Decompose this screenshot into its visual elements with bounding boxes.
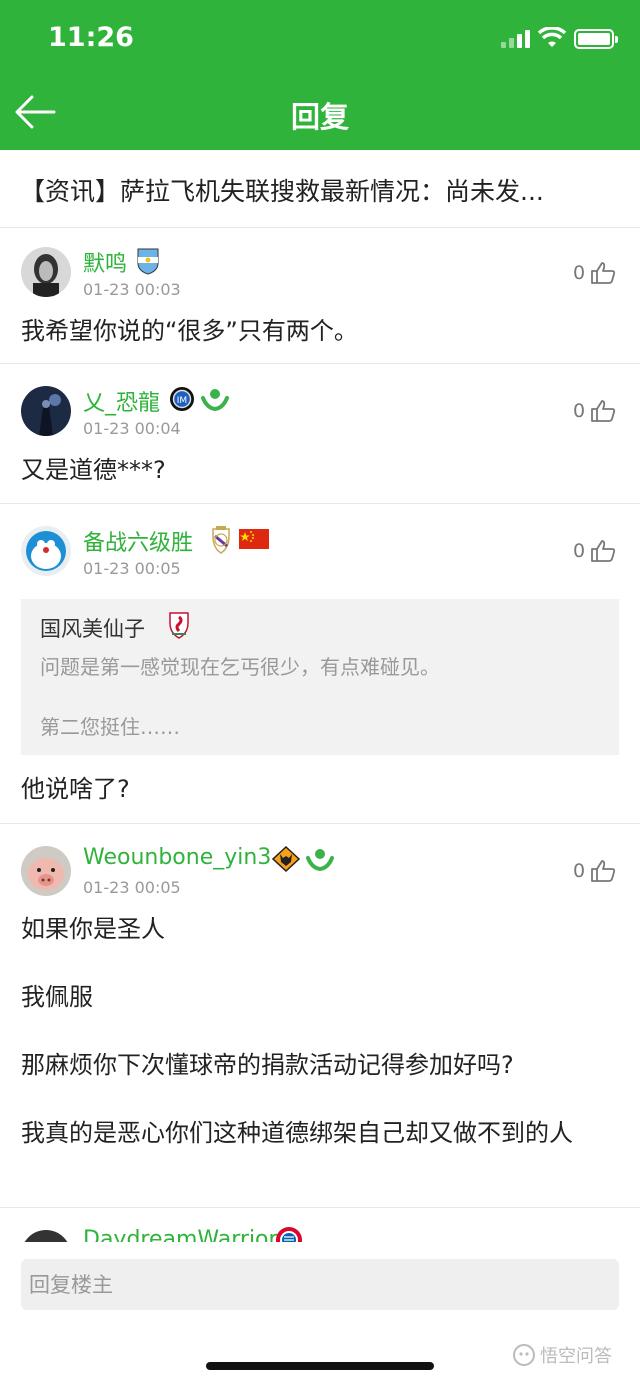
article-link[interactable]: 【资讯】萨拉飞机失联搜救最新情况：尚未发...: [0, 150, 640, 228]
like-count: 0: [573, 860, 586, 882]
user-avatar-image: [21, 386, 71, 436]
avatar[interactable]: [21, 1230, 71, 1242]
comment-paragraph: 我真的是恶心你们这种道德绑架自己却又做不到的人: [21, 1119, 573, 1147]
comment-username[interactable]: DaydreamWarrior: [83, 1227, 278, 1242]
comment-username[interactable]: 备战六级胜: [83, 525, 193, 557]
user-avatar-image: [21, 526, 71, 576]
user-avatar-image: [21, 1230, 71, 1242]
like-button[interactable]: 0: [573, 399, 616, 423]
user-badges: IM: [169, 386, 229, 412]
thumbs-up-icon: [591, 540, 616, 562]
bayern-munich-badge-icon: [276, 1227, 302, 1242]
quoted-text-line: 第二您挺住……: [40, 715, 180, 739]
thumbs-up-icon: [591, 400, 616, 422]
argentina-team-badge-icon: [137, 248, 159, 275]
user-avatar-image: [21, 247, 71, 297]
liverpool-badge-icon: [169, 612, 189, 639]
app-header: 11:26 回复: [0, 0, 640, 150]
wolves-badge-icon: [272, 846, 300, 872]
user-badges: [209, 526, 269, 554]
comment-text: 他说啥了?: [21, 775, 130, 803]
comment-item: 默鸣 01-23 00:03 0 我希望你说的“很多”只有两个。: [0, 228, 640, 364]
charity-hands-badge-icon: [201, 389, 229, 412]
wukong-logo-icon: [513, 1344, 535, 1366]
avatar[interactable]: [21, 386, 71, 436]
like-button[interactable]: 0: [573, 261, 616, 285]
comment-paragraph: 那麻烦你下次懂球帝的捐款活动记得参加好吗?: [21, 1051, 514, 1079]
quoted-username: 国风美仙子: [40, 617, 145, 641]
watermark: 悟空问答: [512, 1342, 612, 1368]
comment-item: DaydreamWarrior: [0, 1208, 640, 1242]
avatar[interactable]: [21, 526, 71, 576]
like-button[interactable]: 0: [573, 859, 616, 883]
watermark-text: 悟空问答: [540, 1346, 612, 1367]
home-indicator[interactable]: [206, 1362, 434, 1370]
like-button[interactable]: 0: [573, 539, 616, 563]
thumbs-up-icon: [591, 262, 616, 284]
comment-username[interactable]: 乂_恐龍: [83, 385, 160, 417]
comment-time: 01-23 00:03: [83, 280, 181, 299]
comment-item: 备战六级胜 01-23 00:05 0 国风美仙子 问题是第一感觉现在乞丐很少，…: [0, 504, 640, 824]
thumbs-up-icon: [591, 860, 616, 882]
svg-text:IM: IM: [177, 396, 187, 406]
article-title: 【资讯】萨拉飞机失联搜救最新情况：尚未发...: [20, 177, 544, 206]
like-count: 0: [573, 400, 586, 422]
avatar[interactable]: [21, 846, 71, 896]
avatar[interactable]: [21, 247, 71, 297]
user-badges: [135, 247, 161, 275]
china-flag-icon: [239, 529, 269, 549]
quoted-reply[interactable]: 国风美仙子 问题是第一感觉现在乞丐很少，有点难碰见。 第二您挺住……: [21, 599, 619, 755]
comment-time: 01-23 00:04: [83, 419, 181, 438]
comment-username[interactable]: 默鸣: [83, 246, 127, 278]
user-badges: [272, 846, 334, 872]
wifi-icon: [538, 27, 566, 47]
like-count: 0: [573, 540, 586, 562]
cellular-signal-icon: [501, 30, 531, 48]
page-title: 回复: [290, 100, 349, 134]
charity-hands-badge-icon: [306, 849, 334, 872]
comment-item: Weounbone_yin3 01-23 00:05 0 如果你是圣人 我佩服 …: [0, 824, 640, 1208]
user-avatar-image: [21, 846, 71, 896]
reply-input[interactable]: [21, 1259, 619, 1310]
inter-milan-badge-icon: IM: [170, 387, 194, 411]
status-time: 11:26: [48, 22, 134, 53]
comment-paragraph: 如果你是圣人: [21, 915, 165, 943]
real-madrid-badge-icon: [212, 526, 230, 554]
comment-text: 我希望你说的“很多”只有两个。: [21, 317, 358, 345]
user-badges: [275, 1226, 303, 1242]
status-bar: 11:26: [0, 0, 640, 78]
comment-time: 01-23 00:05: [83, 559, 181, 578]
comment-time: 01-23 00:05: [83, 878, 181, 897]
comment-username[interactable]: Weounbone_yin3: [83, 845, 271, 870]
comment-text: 又是道德***?: [21, 456, 166, 484]
comment-paragraph: 我佩服: [21, 983, 93, 1011]
quoted-text-line: 问题是第一感觉现在乞丐很少，有点难碰见。: [40, 655, 440, 679]
reply-bar: 悟空问答: [0, 1242, 640, 1385]
comment-item: 乂_恐龍 IM 01-23 00:04 0 又是道德***?: [0, 364, 640, 504]
like-count: 0: [573, 262, 586, 284]
battery-icon: [574, 29, 618, 49]
